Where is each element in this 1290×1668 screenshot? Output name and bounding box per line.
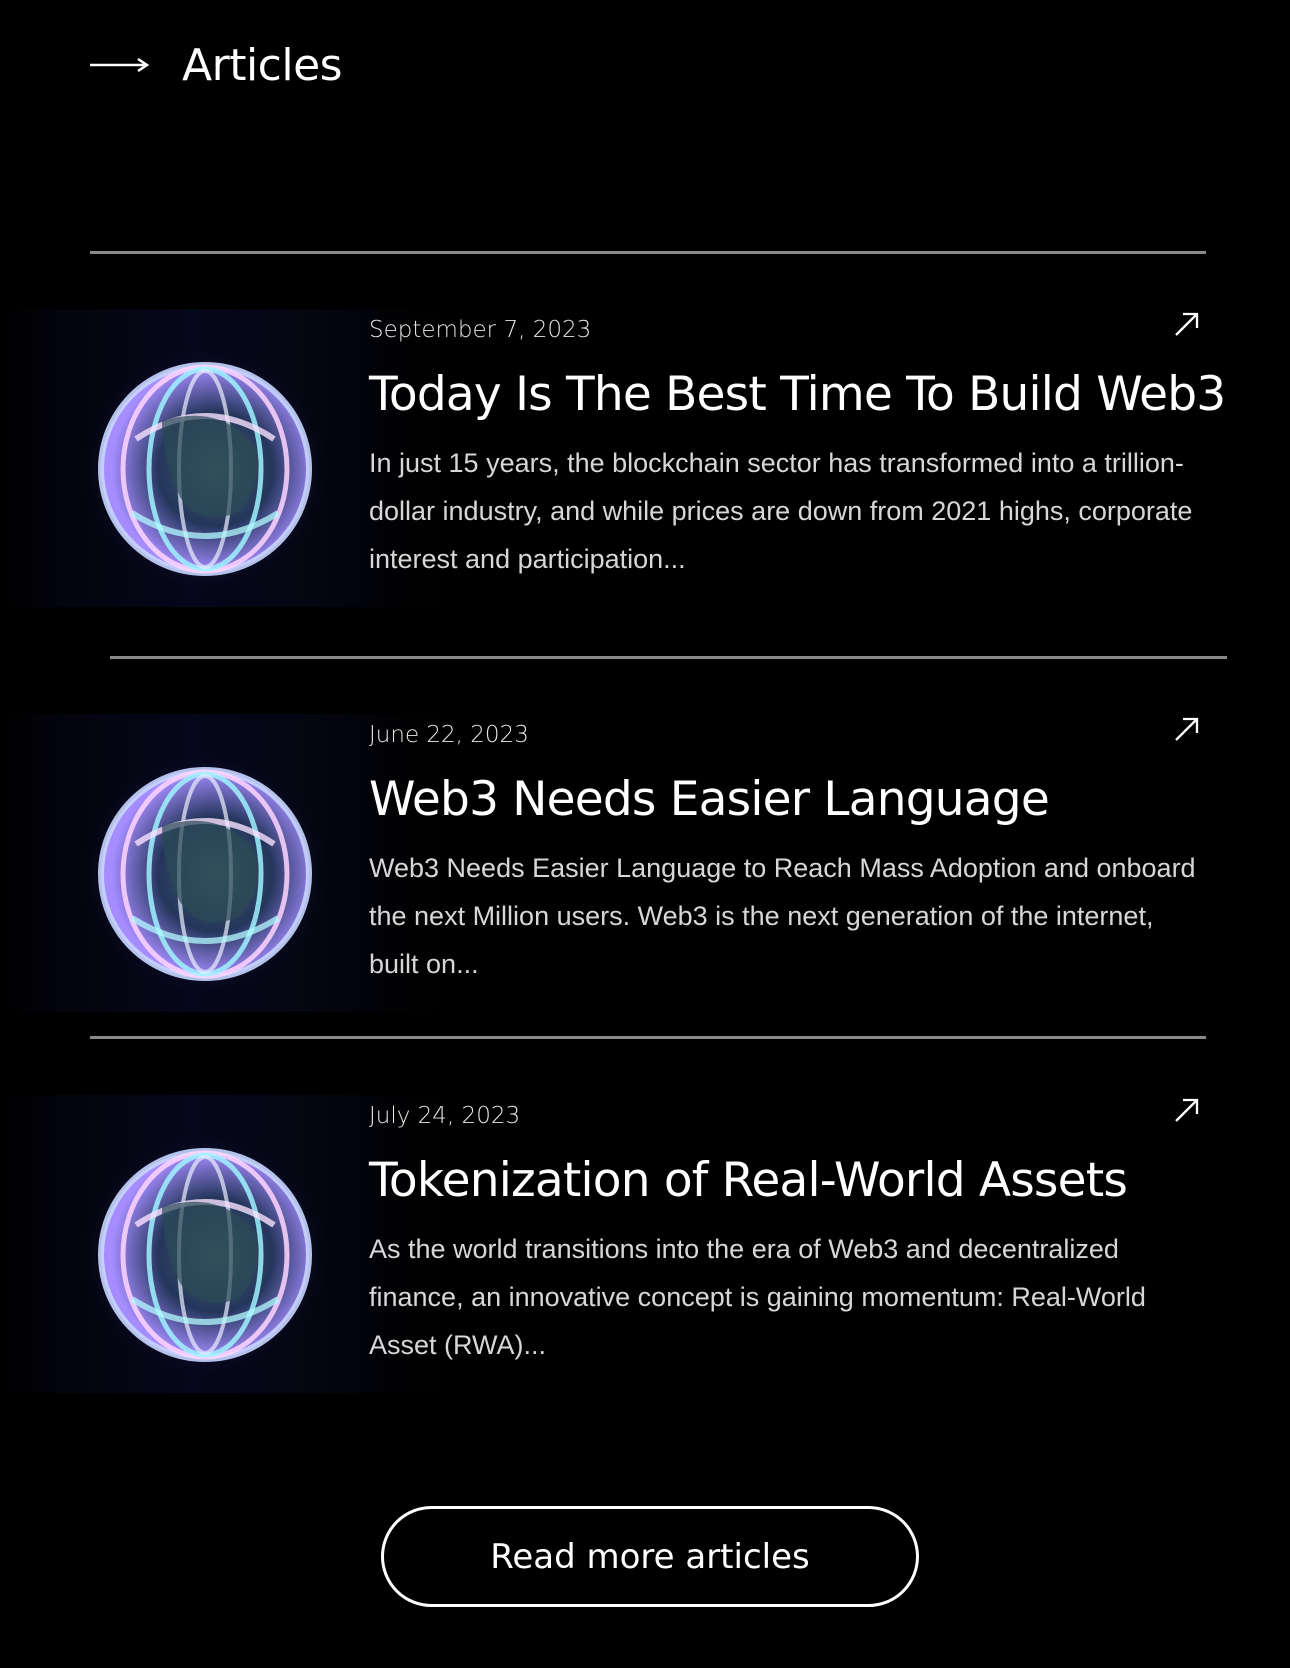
divider [90,251,1206,254]
article-title[interactable]: Tokenization of Real-World Assets [369,1153,1128,1208]
arrow-up-right-icon[interactable] [1172,714,1202,744]
read-more-articles-button[interactable]: Read more articles [381,1506,919,1607]
arrow-right-icon [90,58,150,72]
article-excerpt: In just 15 years, the blockchain sector … [369,448,1193,574]
article-card[interactable]: September 7, 2023 Today Is The Best Time… [0,309,1290,609]
section-header: Articles [90,30,343,100]
article-date: September 7, 2023 [369,317,592,343]
arrow-up-right-icon[interactable] [1172,1095,1202,1125]
article-card[interactable]: July 24, 2023 Tokenization of Real-World… [0,1095,1290,1395]
article-title[interactable]: Web3 Needs Easier Language [369,772,1050,827]
article-excerpt: Web3 Needs Easier Language to Reach Mass… [369,853,1196,979]
article-title[interactable]: Today Is The Best Time To Build Web3 [369,367,1226,422]
article-date: July 24, 2023 [369,1103,521,1129]
article-card[interactable]: June 22, 2023 Web3 Needs Easier Language… [0,714,1290,1014]
divider [110,656,1227,659]
article-excerpt: As the world transitions into the era of… [369,1234,1146,1360]
article-date: June 22, 2023 [369,722,529,748]
section-title: Articles [182,39,343,91]
arrow-up-right-icon[interactable] [1172,309,1202,339]
divider [90,1036,1206,1039]
